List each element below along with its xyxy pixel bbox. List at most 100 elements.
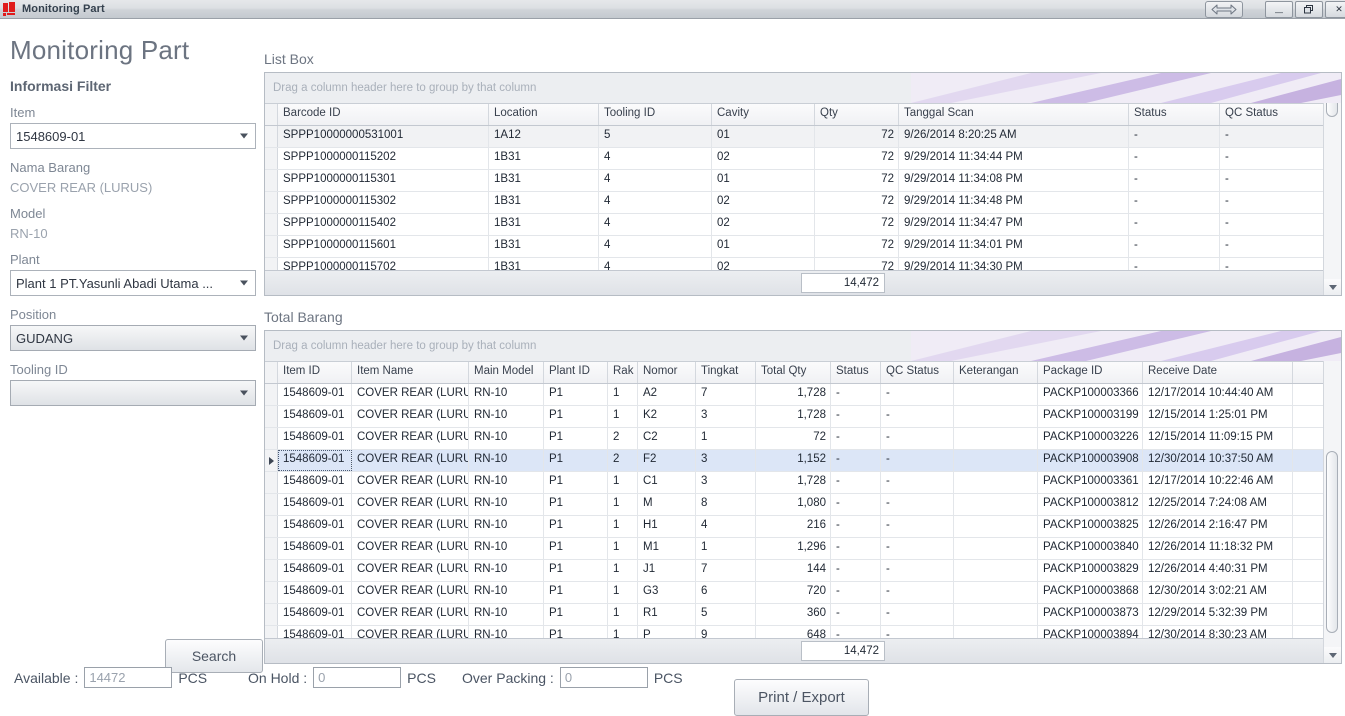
column-header[interactable]: Item ID bbox=[278, 362, 352, 383]
item-combo[interactable]: 1548609-01 bbox=[10, 123, 256, 149]
column-header[interactable]: Qty bbox=[815, 104, 899, 125]
column-header[interactable]: Package ID bbox=[1038, 362, 1143, 383]
row-indicator bbox=[265, 192, 278, 213]
restore-button[interactable] bbox=[1295, 0, 1323, 18]
page-title: Monitoring Part bbox=[10, 35, 190, 65]
table-cell: P1 bbox=[544, 560, 608, 581]
table-row[interactable]: SPPP10000000531001 1A12 5 01 72 9/26/2014 8:2… bbox=[265, 126, 1341, 148]
column-header[interactable]: Plant ID bbox=[544, 362, 608, 383]
column-header[interactable]: Rak bbox=[608, 362, 638, 383]
column-header[interactable]: Barcode ID bbox=[278, 104, 489, 125]
table-cell: 1B31 bbox=[489, 170, 599, 191]
table-cell: COVER REAR (LURUS) bbox=[352, 384, 469, 405]
minimize-button[interactable]: — bbox=[1265, 0, 1293, 18]
overpacking-input[interactable]: 0 bbox=[559, 667, 648, 688]
column-header[interactable]: Tanggal Scan bbox=[899, 104, 1129, 125]
main-content: Monitoring Part Informasi Filter Item 15… bbox=[0, 19, 1345, 716]
table-cell: 9/29/2014 11:34:01 PM bbox=[899, 236, 1129, 257]
totalbarang-vertical-scrollbar[interactable] bbox=[1323, 331, 1341, 663]
resize-arrows-icon[interactable] bbox=[1205, 0, 1243, 18]
table-cell: 72 bbox=[815, 236, 899, 257]
table-cell: J1 bbox=[638, 560, 696, 581]
column-header[interactable]: Nomor bbox=[638, 362, 696, 383]
triangle-down-icon bbox=[1328, 284, 1337, 290]
table-row[interactable]: 1548609-01COVER REAR (LURUS)RN-10P11M81,… bbox=[265, 494, 1341, 516]
row-indicator-header bbox=[265, 104, 278, 125]
row-indicator bbox=[265, 406, 278, 427]
table-cell: - bbox=[881, 494, 954, 515]
table-row[interactable]: SPPP1000000115301 1B31 4 01 72 9/29/2014 11:3… bbox=[265, 170, 1341, 192]
table-cell: - bbox=[881, 516, 954, 537]
row-indicator bbox=[265, 384, 278, 405]
plant-combo[interactable]: Plant 1 PT.Yasunli Abadi Utama ... bbox=[10, 270, 256, 296]
column-header[interactable]: Total Qty bbox=[756, 362, 831, 383]
table-row[interactable]: 1548609-01COVER REAR (LURUS)RN-10P11H142… bbox=[265, 516, 1341, 538]
table-row[interactable]: 1548609-01COVER REAR (LURUS)RN-10P11C131… bbox=[265, 472, 1341, 494]
table-cell: 01 bbox=[712, 236, 815, 257]
table-cell: - bbox=[831, 516, 881, 537]
table-cell: - bbox=[1220, 126, 1340, 147]
close-button[interactable]: ✕ bbox=[1325, 0, 1345, 18]
column-header[interactable]: Tooling ID bbox=[599, 104, 712, 125]
table-cell: 2 bbox=[608, 450, 638, 471]
column-header[interactable]: Cavity bbox=[712, 104, 815, 125]
table-cell: 8 bbox=[696, 494, 756, 515]
table-row[interactable]: 1548609-01COVER REAR (LURUS)RN-10P11K231… bbox=[265, 406, 1341, 428]
table-cell: PACKP100003840 bbox=[1038, 538, 1143, 559]
column-header[interactable]: Status bbox=[831, 362, 881, 383]
column-header[interactable]: Receive Date bbox=[1143, 362, 1293, 383]
table-row[interactable]: 1548609-01COVER REAR (LURUS)RN-10P12C217… bbox=[265, 428, 1341, 450]
table-cell: 1 bbox=[608, 582, 638, 603]
print-export-button[interactable]: Print / Export bbox=[734, 679, 869, 716]
scroll-down-button[interactable] bbox=[1324, 279, 1341, 295]
table-row[interactable]: 1548609-01COVER REAR (LURUS)RN-10P12F231… bbox=[265, 450, 1341, 472]
row-indicator bbox=[265, 560, 278, 581]
table-row[interactable]: SPPP1000000115302 1B31 4 02 72 9/29/2014 11:3… bbox=[265, 192, 1341, 214]
column-header[interactable]: Location bbox=[489, 104, 599, 125]
listbox-body[interactable]: SPPP10000000531001 1A12 5 01 72 9/26/2014 8:2… bbox=[265, 126, 1341, 280]
position-combo[interactable]: GUDANG bbox=[10, 325, 256, 351]
totalbarang-group-panel[interactable]: Drag a column header here to group by th… bbox=[265, 331, 1341, 362]
table-cell: COVER REAR (LURUS) bbox=[352, 450, 469, 471]
column-header[interactable]: QC Status bbox=[1220, 104, 1340, 125]
table-cell: P1 bbox=[544, 428, 608, 449]
table-cell: - bbox=[881, 604, 954, 625]
totalbarang-body[interactable]: 1548609-01COVER REAR (LURUS)RN-10P11A271… bbox=[265, 384, 1341, 648]
table-cell: 72 bbox=[815, 148, 899, 169]
close-icon: ✕ bbox=[1335, 3, 1343, 14]
table-row[interactable]: 1548609-01COVER REAR (LURUS)RN-10P11J171… bbox=[265, 560, 1341, 582]
table-row[interactable]: SPPP1000000115202 1B31 4 02 72 9/29/2014 11:3… bbox=[265, 148, 1341, 170]
window-title: Monitoring Part bbox=[22, 3, 105, 15]
column-header[interactable]: Status bbox=[1129, 104, 1220, 125]
table-row[interactable]: 1548609-01COVER REAR (LURUS)RN-10P11G367… bbox=[265, 582, 1341, 604]
table-row[interactable]: 1548609-01COVER REAR (LURUS)RN-10P11A271… bbox=[265, 384, 1341, 406]
table-cell: 1 bbox=[608, 384, 638, 405]
column-header[interactable]: Keterangan bbox=[954, 362, 1038, 383]
listbox-vertical-scrollbar[interactable] bbox=[1323, 73, 1341, 295]
listbox-grid[interactable]: Drag a column header here to group by th… bbox=[264, 72, 1342, 296]
available-input[interactable]: 14472 bbox=[84, 667, 173, 688]
table-cell: 1548609-01 bbox=[278, 428, 352, 449]
table-cell: SPPP10000000531001 bbox=[278, 126, 489, 147]
row-indicator bbox=[265, 472, 278, 493]
scrollbar-thumb[interactable] bbox=[1326, 451, 1338, 633]
row-indicator bbox=[265, 170, 278, 191]
listbox-group-panel[interactable]: Drag a column header here to group by th… bbox=[265, 73, 1341, 104]
table-cell: - bbox=[881, 406, 954, 427]
table-cell: 1548609-01 bbox=[278, 516, 352, 537]
table-cell: COVER REAR (LURUS) bbox=[352, 516, 469, 537]
column-header[interactable]: Main Model bbox=[469, 362, 544, 383]
column-header[interactable]: QC Status bbox=[881, 362, 954, 383]
table-row[interactable]: SPPP1000000115601 1B31 4 01 72 9/29/2014 11:3… bbox=[265, 236, 1341, 258]
onhold-input[interactable]: 0 bbox=[313, 667, 402, 688]
table-cell: 1 bbox=[608, 538, 638, 559]
table-row[interactable]: 1548609-01COVER REAR (LURUS)RN-10P11R153… bbox=[265, 604, 1341, 626]
table-row[interactable]: SPPP1000000115402 1B31 4 02 72 9/29/2014 11:3… bbox=[265, 214, 1341, 236]
tooling-id-combo[interactable] bbox=[10, 380, 256, 406]
table-cell: 6 bbox=[696, 582, 756, 603]
column-header[interactable]: Item Name bbox=[352, 362, 469, 383]
totalbarang-grid[interactable]: Drag a column header here to group by th… bbox=[264, 330, 1342, 664]
column-header[interactable]: Tingkat bbox=[696, 362, 756, 383]
table-cell: - bbox=[1129, 236, 1220, 257]
table-row[interactable]: 1548609-01COVER REAR (LURUS)RN-10P11M111… bbox=[265, 538, 1341, 560]
